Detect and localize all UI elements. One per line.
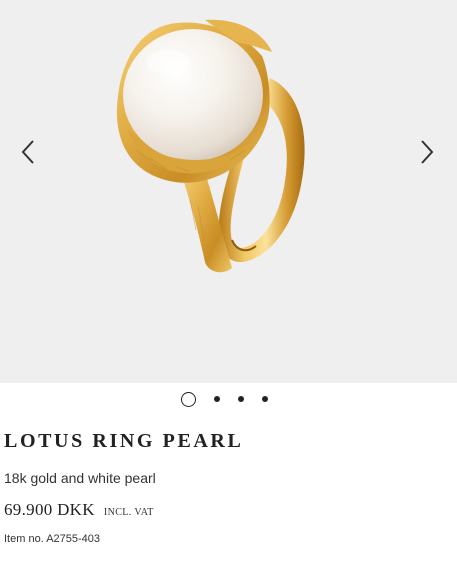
next-image-button[interactable]: [409, 134, 445, 170]
chevron-left-icon: [21, 140, 34, 164]
product-subtitle: 18k gold and white pearl: [4, 470, 156, 486]
product-price: 69.900 DKK: [4, 500, 95, 519]
pagination-dot-3[interactable]: [237, 396, 244, 402]
ring-product-image: [116, 19, 305, 273]
product-image-gallery[interactable]: [0, 0, 457, 383]
product-title: LOTUS RING PEARL: [4, 430, 244, 452]
previous-image-button[interactable]: [10, 134, 46, 170]
pagination-dot-2[interactable]: [213, 396, 220, 402]
vat-label: INCL. VAT: [103, 507, 154, 518]
pagination-dot-4[interactable]: [261, 396, 268, 402]
price-row: 69.900 DKK INCL. VAT: [4, 500, 154, 520]
pagination-dot-1[interactable]: [180, 391, 196, 407]
item-number: Item no. A2755-403: [4, 533, 101, 545]
gallery-pagination: [0, 390, 457, 408]
chevron-right-icon: [421, 140, 434, 164]
